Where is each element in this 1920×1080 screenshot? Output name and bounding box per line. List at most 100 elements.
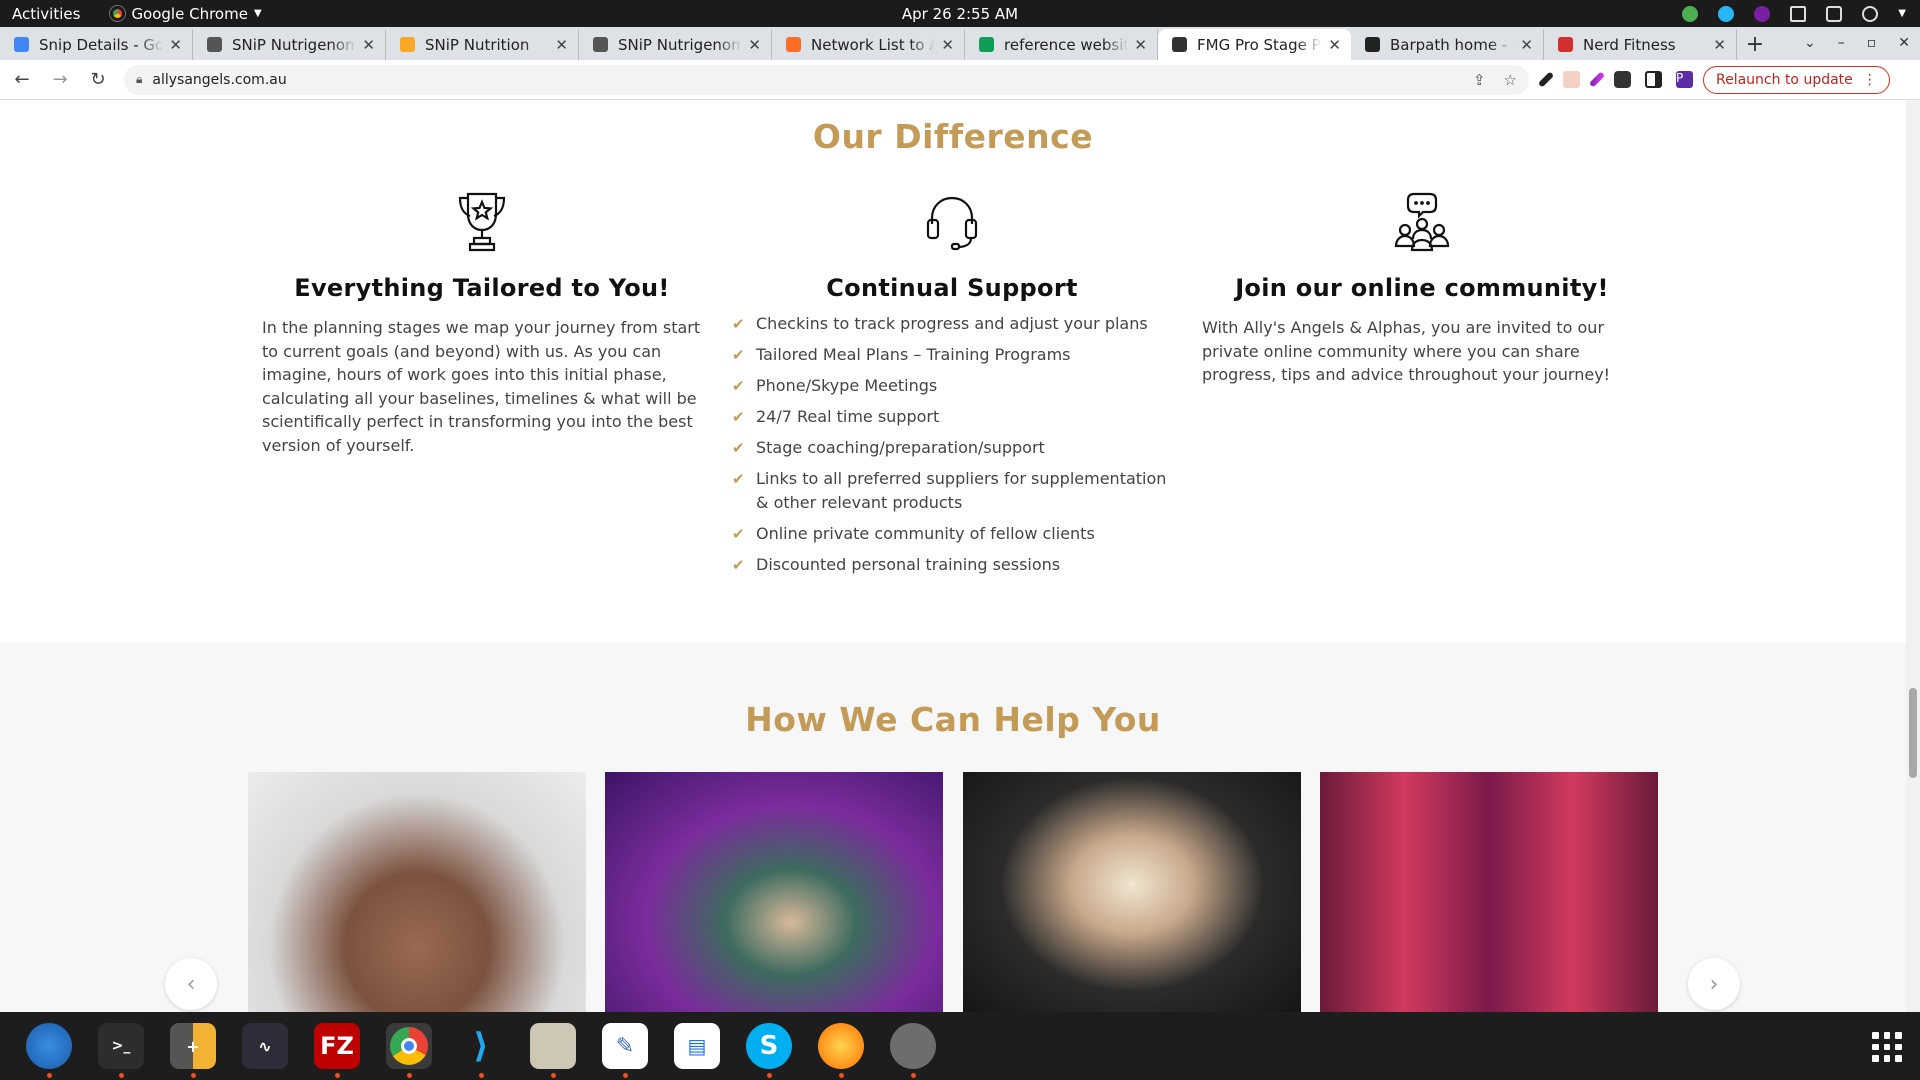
browser-tab[interactable]: SNiP Nutrition ✕: [386, 29, 579, 60]
browser-tab[interactable]: SNiP Nutrigenomics ✕: [579, 29, 772, 60]
calculator-icon[interactable]: +: [170, 1023, 216, 1078]
browser-tab[interactable]: Network List to Ac ✕: [772, 29, 965, 60]
tab-title: SNiP Nutrition: [425, 35, 530, 54]
scrollbar-thumb[interactable]: [1909, 688, 1917, 778]
browser-tab[interactable]: reference website ✕: [965, 29, 1158, 60]
chevron-down-icon: ▼: [253, 8, 262, 19]
male-physique-photo[interactable]: [248, 772, 586, 1012]
browser-tab[interactable]: Snip Details - Google ✕: [0, 29, 193, 60]
checkmark-icon: ✔: [732, 555, 745, 574]
browser-tab[interactable]: FMG Pro Stage Po ✕: [1158, 29, 1351, 60]
maximize-button[interactable]: ▫: [1867, 35, 1877, 51]
disk-icon[interactable]: [890, 1023, 936, 1078]
female-portrait-photo[interactable]: [963, 772, 1301, 1012]
section-heading-help: How We Can Help You: [745, 700, 1161, 739]
feature-community: Join our online community! With Ally's A…: [1202, 190, 1642, 387]
reload-button[interactable]: ↻: [82, 69, 114, 90]
forward-button[interactable]: →: [44, 69, 76, 90]
vscode-icon[interactable]: ⟩: [458, 1023, 504, 1078]
support-list-item: ✔ Phone/Skype Meetings: [732, 374, 1172, 398]
document-viewer-icon[interactable]: ▤: [674, 1023, 720, 1069]
checkmark-icon: ✔: [732, 408, 745, 426]
support-list-item: ✔ Checkins to track progress and adjust y…: [732, 312, 1172, 336]
activities-button[interactable]: Activities: [12, 5, 80, 23]
browser-tab[interactable]: Nerd Fitness ✕: [1544, 29, 1737, 60]
tab-title: SNiP Nutrigenomics: [232, 35, 357, 54]
tab-title: FMG Pro Stage Po: [1197, 35, 1323, 54]
network-icon[interactable]: [1790, 5, 1807, 22]
clock[interactable]: Apr 26 2:55 AM: [902, 5, 1018, 23]
tab-close-icon[interactable]: ✕: [169, 36, 182, 54]
support-list-item: ✔ Links to all preferred suppliers for su…: [732, 467, 1172, 514]
share-icon[interactable]: ⇪: [1473, 71, 1486, 89]
feature-title: Join our online community!: [1235, 274, 1609, 302]
side-panel-icon[interactable]: [1645, 71, 1662, 88]
close-window-button[interactable]: ✕: [1898, 35, 1910, 51]
minimize-button[interactable]: –: [1838, 35, 1845, 51]
page-scrollbar[interactable]: [1906, 100, 1920, 1012]
text-editor-icon[interactable]: ✎: [602, 1023, 648, 1078]
tab-close-icon[interactable]: ✕: [1713, 36, 1726, 54]
support-item-text: 24/7 Real time support: [756, 407, 940, 426]
app-flame-icon[interactable]: [818, 1023, 864, 1078]
power-icon[interactable]: [1862, 5, 1879, 22]
tab-close-icon[interactable]: ✕: [362, 36, 375, 54]
lock-icon[interactable]: 🔒︎: [136, 72, 142, 87]
back-button[interactable]: ←: [6, 69, 38, 90]
address-bar[interactable]: 🔒︎ allysangels.com.au ⇪ ☆: [124, 64, 1529, 95]
carousel-prev-button[interactable]: ‹: [165, 958, 217, 1010]
extensions-area: P: [1537, 71, 1693, 88]
tab-favicon-icon: [979, 37, 994, 52]
browser-toolbar: ← → ↻ 🔒︎ allysangels.com.au ⇪ ☆ P Relaun…: [0, 60, 1920, 100]
carousel-next-button[interactable]: ›: [1688, 958, 1740, 1010]
sync-icon[interactable]: [1718, 5, 1735, 22]
window-controls: ⌄ – ▫ ✕: [1804, 27, 1910, 58]
system-tray[interactable]: ▼: [1682, 5, 1906, 22]
eyedropper-extension-icon[interactable]: [1537, 71, 1555, 88]
browser-tab[interactable]: Barpath home - Ba ✕: [1351, 29, 1544, 60]
chrome-icon: [110, 6, 126, 21]
tab-search-icon[interactable]: ⌄: [1804, 35, 1816, 51]
browser-tab[interactable]: SNiP Nutrigenomics ✕: [193, 29, 386, 60]
tab-close-icon[interactable]: ✕: [555, 36, 568, 54]
new-tab-button[interactable]: +: [1737, 29, 1773, 60]
tab-favicon-icon: [593, 37, 608, 52]
profile-avatar[interactable]: P: [1676, 71, 1693, 88]
updates-icon[interactable]: [1682, 5, 1699, 22]
filezilla-icon[interactable]: FZ: [314, 1023, 360, 1078]
terminal-icon[interactable]: >_: [98, 1023, 144, 1078]
app-indicator-icon[interactable]: [1754, 5, 1771, 22]
support-list-item: ✔ Tailored Meal Plans – Training Programs: [732, 343, 1172, 367]
competition-winner-photo[interactable]: [605, 772, 943, 1012]
more-menu-icon[interactable]: ⋮: [1863, 72, 1877, 88]
stage-costume-photo[interactable]: [1320, 772, 1658, 1012]
url-text[interactable]: allysangels.com.au: [152, 72, 286, 88]
pen-extension-icon[interactable]: [1588, 71, 1606, 88]
headset-icon: [926, 196, 978, 251]
thunderbird-icon[interactable]: [26, 1023, 72, 1078]
chrome-icon[interactable]: [386, 1023, 432, 1078]
bookmark-star-icon[interactable]: ☆: [1504, 71, 1517, 89]
tab-close-icon[interactable]: ✕: [1520, 36, 1533, 54]
relaunch-button[interactable]: Relaunch to update ⋮: [1703, 65, 1890, 94]
support-item-text: Online private community of fellow clien…: [756, 523, 1095, 543]
feature-body: In the planning stages we map your journ…: [262, 318, 701, 455]
support-list-item: ✔ Stage coaching/preparation/support: [732, 436, 1172, 460]
app-menu[interactable]: Google Chrome ▼: [110, 5, 262, 23]
volume-icon[interactable]: [1826, 5, 1843, 22]
system-monitor-icon[interactable]: ∿: [242, 1023, 288, 1069]
tab-close-icon[interactable]: ✕: [1134, 36, 1147, 54]
checkmark-icon: ✔: [732, 346, 745, 364]
skype-icon[interactable]: S: [746, 1023, 792, 1078]
tab-close-icon[interactable]: ✕: [748, 36, 761, 54]
tab-close-icon[interactable]: ✕: [941, 36, 954, 54]
tab-close-icon[interactable]: ✕: [1328, 36, 1341, 54]
files-icon[interactable]: [530, 1023, 576, 1078]
support-list-item: ✔ 24/7 Real time support: [732, 405, 1172, 429]
show-apps-grid-icon[interactable]: [1872, 1032, 1902, 1062]
puzzle-extensions-icon[interactable]: [1614, 71, 1631, 88]
tab-favicon-icon: [786, 37, 801, 52]
support-item-text: Tailored Meal Plans – Training Programs: [756, 345, 1071, 364]
chevron-down-icon[interactable]: ▼: [1898, 8, 1906, 19]
calendar-extension-icon[interactable]: [1563, 71, 1580, 88]
